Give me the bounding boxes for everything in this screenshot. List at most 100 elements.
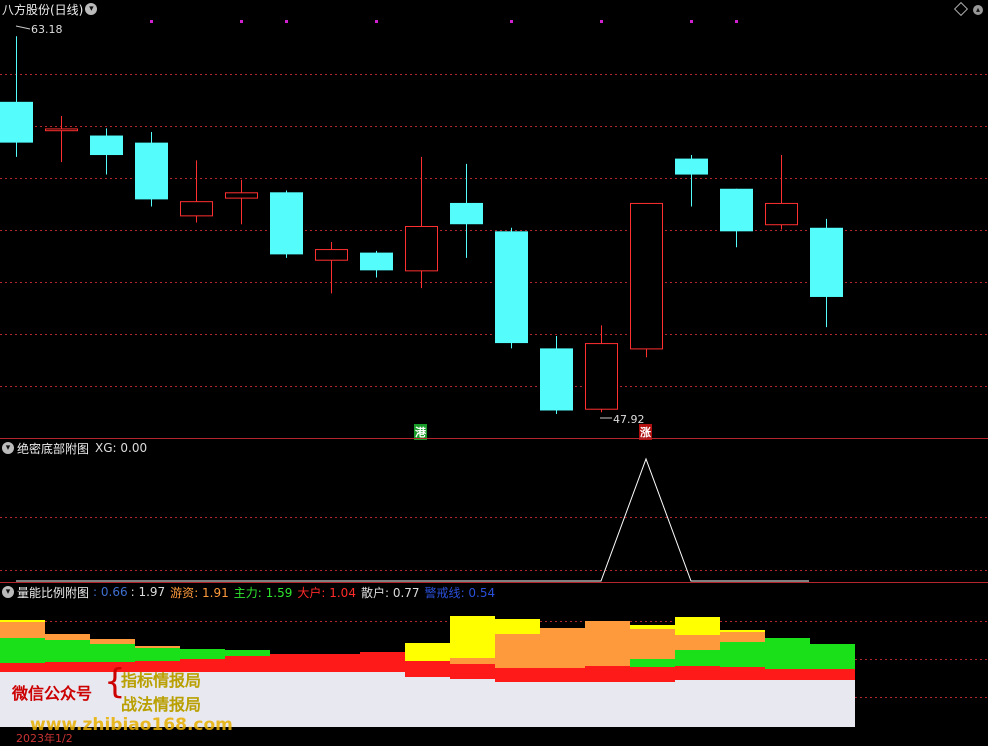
vr-panel-title[interactable]: 量能比例附图 [17, 584, 89, 601]
watermark-line-a: 指标情报局 [121, 671, 202, 690]
volume-ratio-bar-orange [0, 622, 45, 638]
watermark-line-b: 战法情报局 [121, 695, 202, 714]
sub-panel-volume-ratio: ▾ 量能比例附图 : 0.66 : 1.97 游资: 1.91 主力: 1.59… [0, 583, 988, 745]
volume-ratio-bar-yellow [720, 630, 765, 632]
top-marker [735, 20, 738, 23]
volume-ratio-bar-green [765, 638, 810, 669]
candle-body [45, 128, 78, 132]
volume-ratio-bar-yellow [405, 643, 450, 661]
volume-ratio-bar-green [810, 644, 855, 669]
top-marker [510, 20, 513, 23]
volume-ratio-bar-orange [135, 646, 180, 648]
volume-ratio-bar-red [585, 666, 630, 682]
volume-ratio-bar-green [675, 650, 720, 666]
volume-ratio-bar-orange [450, 658, 495, 664]
top-marker [600, 20, 603, 23]
vr-value-3: 主力: 1.59 [233, 585, 293, 600]
volume-ratio-bar-orange [630, 629, 675, 659]
volume-ratio-bar-white [810, 680, 855, 727]
volume-ratio-bar-orange [675, 635, 720, 650]
volume-ratio-bar-yellow [0, 620, 45, 622]
top-marker [285, 20, 288, 23]
volume-ratio-bar-orange [720, 632, 765, 642]
volume-ratio-bar-red [630, 667, 675, 682]
candle-body [720, 188, 753, 232]
volume-ratio-bar-white [405, 677, 450, 727]
volume-ratio-bar-red [450, 664, 495, 679]
candle-body [270, 192, 303, 255]
main-panel: 八方股份(日线) ▾ ▴ 63.18 47.92 港 涨 [0, 0, 988, 440]
candle-body [0, 101, 33, 143]
vr-value-0: : 0.66 [93, 585, 128, 599]
volume-ratio-bar-red [495, 668, 540, 682]
volume-ratio-bar-green [90, 644, 135, 662]
volume-ratio-bar-orange [585, 621, 630, 666]
volume-ratio-bar-white [765, 680, 810, 727]
vr-value-5: 散户: 0.77 [360, 585, 420, 600]
vr-value-2: 游资: 1.91 [170, 585, 229, 600]
candle-body [495, 231, 528, 344]
volume-ratio-bar-orange [90, 639, 135, 644]
high-arrow [15, 25, 31, 30]
volume-ratio-bar-red [675, 666, 720, 680]
volume-ratio-bar-green [0, 638, 45, 663]
volume-ratio-bar-red [0, 663, 45, 672]
volume-ratio-bar-white [270, 672, 315, 727]
candle-body [405, 226, 438, 272]
sub-panel-vr-header: ▾ 量能比例附图 : 0.66 : 1.97 游资: 1.91 主力: 1.59… [0, 583, 495, 601]
volume-ratio-bar-white [495, 682, 540, 727]
volume-ratio-bar-red [405, 661, 450, 677]
candle-body [135, 142, 168, 200]
volume-ratio-bar-red [315, 654, 360, 672]
volume-ratio-bar-yellow [675, 617, 720, 635]
volume-ratio-bar-white [450, 679, 495, 727]
volume-ratio-bar-red [720, 667, 765, 680]
candle-body [90, 135, 123, 156]
sub-panel-xg: ▾ 绝密底部附图 XG: 0.00 [0, 439, 988, 582]
candle-body [585, 343, 618, 410]
vr-value-6: 警戒线: 0.54 [424, 585, 496, 600]
volume-ratio-bar-red [810, 669, 855, 680]
candle-body [315, 249, 348, 261]
candle-body [225, 192, 258, 199]
volume-ratio-bar-red [360, 652, 405, 672]
vr-value-4: 大户: 1.04 [297, 585, 356, 600]
volume-ratio-bar-green [45, 640, 90, 662]
volume-ratio-bar-white [585, 682, 630, 727]
top-marker [240, 20, 243, 23]
volume-ratio-bar-white [675, 680, 720, 727]
xg-line [16, 457, 809, 582]
candle-body [630, 202, 663, 350]
top-marker [690, 20, 693, 23]
volume-ratio-bar-white [315, 672, 360, 727]
top-marker [150, 20, 153, 23]
xg-indicator-chart [0, 457, 988, 582]
volume-ratio-bar-red [540, 668, 585, 682]
candle-body [540, 348, 573, 411]
volume-ratio-bar-red [270, 654, 315, 672]
candle-body [360, 252, 393, 271]
top-marker [375, 20, 378, 23]
candle-body [765, 202, 798, 226]
volume-ratio-bar-white [360, 672, 405, 727]
candle-body [810, 227, 843, 297]
volume-ratio-bar-white [630, 682, 675, 727]
candle-body [180, 201, 213, 217]
volume-ratio-bar-yellow [630, 625, 675, 629]
volume-ratio-bar-green [630, 659, 675, 667]
candlestick-chart [0, 20, 988, 419]
volume-ratio-bar-orange [45, 634, 90, 640]
volume-ratio-bar-green [135, 648, 180, 661]
volume-ratio-bar-green [225, 650, 270, 656]
volume-ratio-bar-yellow [450, 616, 495, 658]
candle-body [450, 202, 483, 225]
volume-ratio-bar-red [765, 669, 810, 680]
chevron-down-icon[interactable]: ▾ [2, 586, 14, 598]
volume-ratio-bar-white [720, 680, 765, 727]
volume-ratio-bar-orange [495, 634, 540, 668]
volume-ratio-bar-green [720, 642, 765, 667]
volume-ratio-bar-orange [540, 628, 585, 668]
volume-ratio-bar-yellow [495, 619, 540, 634]
volume-ratio-bar-white [540, 682, 585, 727]
candle-body [675, 158, 708, 175]
